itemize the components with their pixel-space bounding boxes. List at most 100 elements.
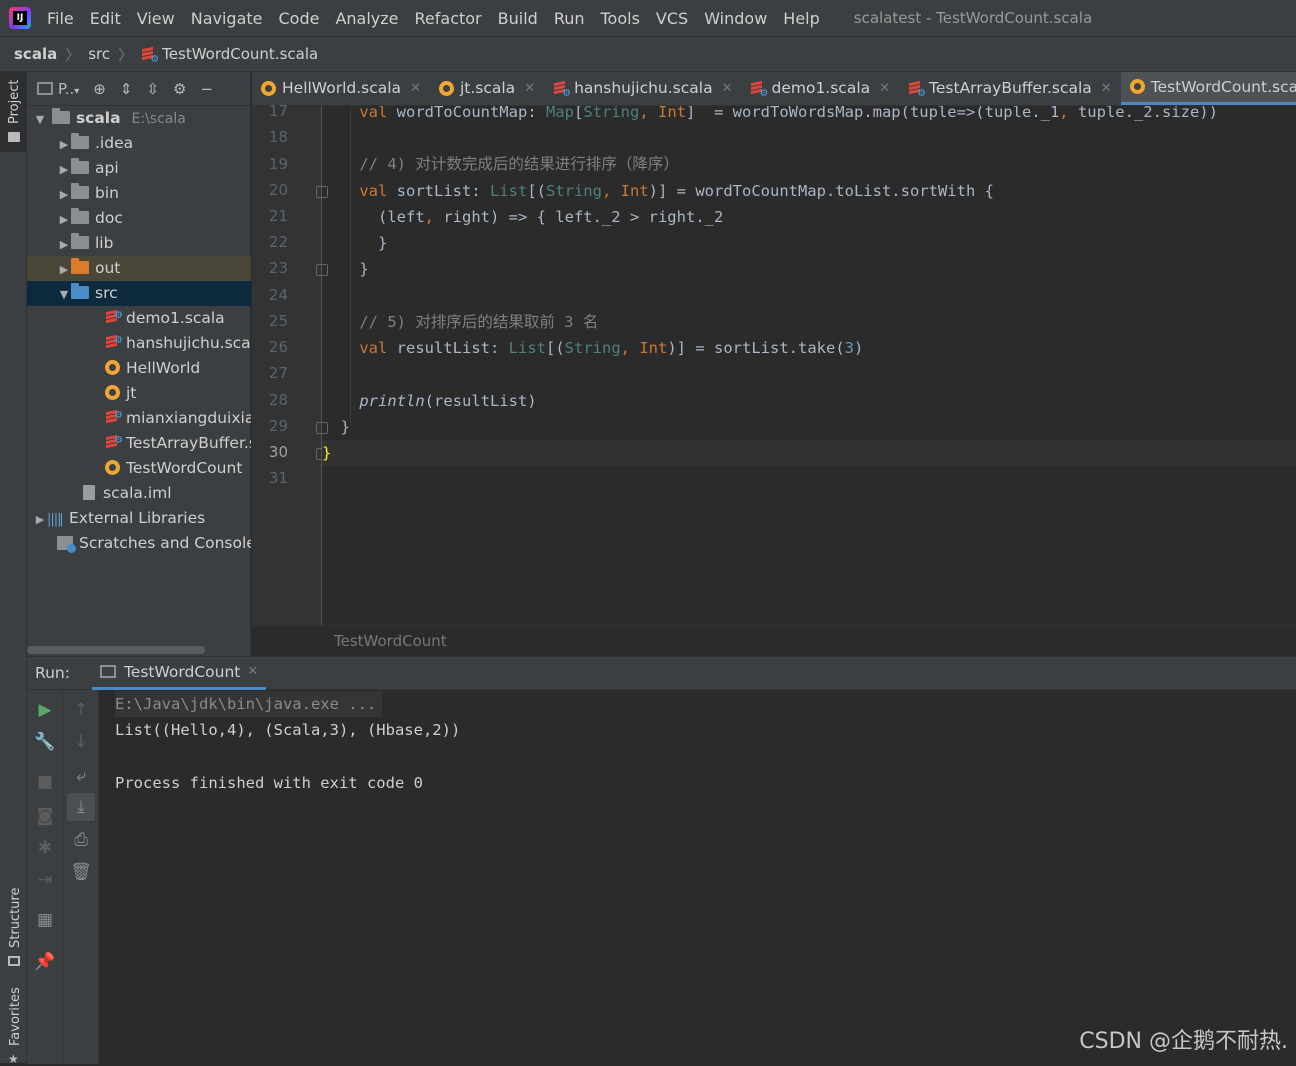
arrow-down-icon[interactable]: ↓ — [63, 728, 99, 756]
breadcrumb-src[interactable]: src — [88, 45, 110, 63]
gear-icon[interactable]: ⚙ — [173, 80, 186, 98]
run-tab-testwordcount[interactable]: TestWordCount ✕ — [92, 657, 266, 690]
tree-item-mianxiangduixian[interactable]: mianxiangduixian — [27, 406, 251, 431]
tree-item-label: scala.iml — [103, 484, 172, 502]
source-folder-icon — [71, 286, 89, 299]
menu-build[interactable]: Build — [490, 9, 546, 28]
breadcrumb: scala 〉 src 〉 TestWordCount.scala — [0, 36, 1296, 72]
tab-testwordcount[interactable]: TestWordCount.scala — [1121, 72, 1296, 105]
menu-vcs[interactable]: VCS — [648, 9, 696, 28]
tab-demo1[interactable]: demo1.scala ✕ — [741, 72, 899, 105]
tab-testarraybuffer[interactable]: TestArrayBuffer.scala✕ — [899, 72, 1121, 105]
close-icon[interactable]: ✕ — [524, 81, 535, 96]
menu-view[interactable]: View — [129, 9, 183, 28]
close-icon[interactable]: ✕ — [722, 81, 733, 96]
favorites-tool-tab[interactable]: Favorites — [8, 987, 23, 1046]
console-line-exit: Process finished with exit code 0 — [115, 770, 423, 796]
menu-refactor[interactable]: Refactor — [407, 9, 490, 28]
chevron-right-icon: 〉 — [118, 44, 133, 65]
tree-item-bin[interactable]: ▶bin — [27, 181, 251, 206]
tree-item-jt[interactable]: jt — [27, 381, 251, 406]
tree-item-label: TestWordCount — [126, 459, 242, 477]
menu-navigate[interactable]: Navigate — [183, 9, 271, 28]
folder-icon — [8, 132, 20, 142]
horizontal-scrollbar[interactable] — [27, 646, 205, 654]
scroll-to-end-icon[interactable]: ⤓ — [67, 793, 95, 821]
folder-icon — [71, 186, 89, 199]
line-number: 26 — [252, 338, 288, 356]
breadcrumb-project[interactable]: scala — [14, 45, 57, 63]
tree-item-hanshujichu[interactable]: hanshujichu.scala — [27, 331, 251, 356]
tab-hellworld[interactable]: HellWorld.scala✕ — [252, 72, 430, 105]
tree-item-scala-iml[interactable]: scala.iml — [27, 481, 251, 506]
tab-label: jt.scala — [460, 79, 515, 97]
close-icon[interactable]: ✕ — [1101, 81, 1112, 96]
breadcrumb-file[interactable]: TestWordCount.scala — [162, 45, 318, 63]
object-icon — [105, 460, 120, 475]
menu-analyze[interactable]: Analyze — [327, 9, 406, 28]
tree-item-idea[interactable]: ▶.idea — [27, 131, 251, 156]
tree-item-doc[interactable]: ▶doc — [27, 206, 251, 231]
watermark: CSDN @企鹅不耐热. — [1079, 1023, 1288, 1055]
code-editor[interactable]: val wordToCountMap: Map[String, Int] = w… — [322, 106, 1296, 625]
hide-icon[interactable]: − — [200, 80, 213, 98]
arrow-up-icon[interactable]: ↑ — [63, 696, 99, 724]
pin-icon[interactable]: 📌 — [27, 948, 63, 976]
rerun-icon[interactable]: ▶ — [27, 696, 63, 724]
tree-item-label: jt — [126, 384, 136, 402]
window-icon — [37, 82, 53, 95]
code-line-17: val wordToCountMap: Map[String, Int] = w… — [322, 106, 1218, 125]
print-icon[interactable]: ⎙ — [63, 826, 99, 854]
stop-icon[interactable]: ■ — [27, 768, 63, 796]
exit-icon[interactable]: ⇥ — [27, 866, 63, 894]
soft-wrap-icon[interactable]: ⤶ — [63, 762, 99, 790]
project-toolbar: P..▾ ⊕ ⇕ ⇳ ⚙ − — [27, 72, 250, 106]
layout-icon[interactable]: ▦ — [27, 906, 63, 934]
tree-item-api[interactable]: ▶api — [27, 156, 251, 181]
code-line-22: } — [322, 230, 387, 256]
debug-icon[interactable]: ✱ — [27, 834, 63, 862]
line-number: 21 — [252, 207, 288, 225]
code-line-21: (left, right) => { left._2 > right._2 — [322, 204, 723, 230]
tree-item-scala[interactable]: ▼ scala E:\scala — [27, 106, 251, 131]
tree-item-hellworld[interactable]: HellWorld — [27, 356, 251, 381]
trash-icon[interactable]: 🗑 — [63, 858, 99, 886]
run-toolbar-primary: ▶ 🔧 ■ ◙ ✱ ⇥ ▦ 📌 — [27, 690, 63, 1064]
close-icon[interactable]: ✕ — [410, 81, 421, 96]
tab-jt[interactable]: jt.scala ✕ — [430, 72, 544, 105]
tree-item-src[interactable]: ▼src — [27, 281, 251, 306]
tab-label: demo1.scala — [771, 79, 870, 97]
tree-item-scratches[interactable]: Scratches and Consoles — [27, 531, 251, 556]
window-title: scalatest - TestWordCount.scala — [854, 9, 1092, 27]
tree-item-out[interactable]: ▶out — [27, 256, 251, 281]
structure-tool-tab[interactable]: Structure — [8, 888, 23, 948]
iml-file-icon — [83, 485, 95, 500]
menu-file[interactable]: File — [39, 9, 82, 28]
locate-icon[interactable]: ⊕ — [93, 80, 106, 98]
scala-file-icon — [908, 80, 924, 96]
editor-breadcrumb[interactable]: TestWordCount — [252, 625, 1296, 656]
close-icon[interactable]: ✕ — [247, 664, 258, 679]
line-number: 18 — [252, 128, 288, 146]
menu-help[interactable]: Help — [775, 9, 827, 28]
menu-tools[interactable]: Tools — [593, 9, 648, 28]
wrench-icon[interactable]: 🔧 — [27, 728, 63, 756]
tree-item-testarraybuffer[interactable]: TestArrayBuffer.s — [27, 431, 251, 456]
camera-icon[interactable]: ◙ — [27, 802, 63, 830]
close-icon[interactable]: ✕ — [879, 81, 890, 96]
tree-item-demo1[interactable]: demo1.scala — [27, 306, 251, 331]
excluded-folder-icon — [71, 261, 89, 274]
menu-window[interactable]: Window — [696, 9, 775, 28]
project-view-dropdown[interactable]: P..▾ — [37, 80, 79, 98]
tree-item-external-libraries[interactable]: ▶|||‖External Libraries — [27, 506, 251, 531]
expand-all-icon[interactable]: ⇕ — [120, 80, 133, 98]
tree-item-testwordcount[interactable]: TestWordCount — [27, 456, 251, 481]
menu-edit[interactable]: Edit — [82, 9, 129, 28]
tree-item-lib[interactable]: ▶lib — [27, 231, 251, 256]
tab-hanshujichu[interactable]: hanshujichu.scala✕ — [544, 72, 741, 105]
menu-run[interactable]: Run — [546, 9, 593, 28]
project-tool-tab[interactable]: Project — [7, 80, 22, 124]
collapse-all-icon[interactable]: ⇳ — [146, 80, 159, 98]
menu-code[interactable]: Code — [271, 9, 328, 28]
console-output[interactable]: E:\Java\jdk\bin\java.exe ... List((Hello… — [115, 690, 1295, 1064]
